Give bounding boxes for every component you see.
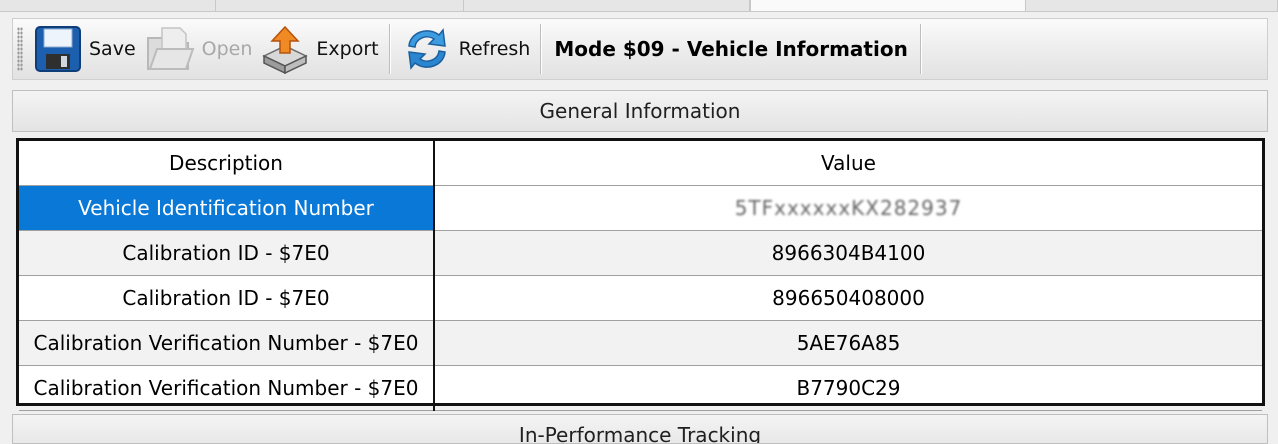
toolbar-grip[interactable] [17,27,23,71]
row-value[interactable]: 5TFxxxxxxKX282937 [434,185,1262,231]
tab-strip [0,0,1278,12]
toolbar: Save Open Export Refresh Mode $09 - Vehi… [12,18,1268,80]
row-value[interactable]: B7790C29 [434,365,1262,411]
table-row[interactable]: Calibration Verification Number - $7E0 B… [19,365,1262,411]
vehicle-info-table: Description Value Vehicle Identification… [19,141,1262,411]
next-panel-title: In-Performance Tracking [518,423,762,444]
row-value[interactable]: 8966304B4100 [434,230,1262,276]
open-label: Open [201,38,253,60]
row-description[interactable]: Calibration Verification Number - $7E0 [19,365,435,411]
row-description[interactable]: Calibration ID - $7E0 [19,230,435,276]
table-row[interactable]: Calibration ID - $7E0 8966304B4100 [19,230,1262,276]
table-row[interactable]: Calibration ID - $7E0 896650408000 [19,275,1262,321]
table-header-row: Description Value [19,141,1262,186]
toolbar-separator [540,24,543,74]
row-value[interactable]: 896650408000 [434,275,1262,321]
row-description[interactable]: Calibration ID - $7E0 [19,275,435,321]
export-box-icon [260,24,310,74]
row-description[interactable]: Calibration Verification Number - $7E0 [19,320,435,366]
toolbar-separator [919,24,922,74]
panel-title: General Information [539,99,741,123]
refresh-button[interactable]: Refresh [397,20,535,78]
table-row[interactable]: Vehicle Identification Number 5TFxxxxxxK… [19,185,1262,231]
mode-label: Mode $09 - Vehicle Information [554,37,908,61]
in-performance-tracking-header[interactable]: In-Performance Tracking [12,414,1268,444]
redacted-vin-value: 5TFxxxxxxKX282937 [734,196,963,220]
vehicle-info-grid[interactable]: Description Value Vehicle Identification… [16,138,1265,411]
row-description[interactable]: Vehicle Identification Number [19,185,435,231]
column-header-description[interactable]: Description [19,141,435,186]
export-label: Export [316,38,379,60]
open-folder-icon [144,24,196,74]
row-value[interactable]: 5AE76A85 [434,320,1262,366]
refresh-label: Refresh [458,38,531,60]
toolbar-separator [388,24,391,74]
column-header-value[interactable]: Value [434,141,1262,186]
save-button[interactable]: Save [29,20,140,78]
open-button[interactable]: Open [140,20,257,78]
tab-baseline [0,11,1278,12]
floppy-disk-icon [33,24,83,74]
table-row[interactable]: Calibration Verification Number - $7E0 5… [19,320,1262,366]
refresh-arrows-icon [401,24,453,74]
export-button[interactable]: Export [256,20,382,78]
save-label: Save [89,38,136,60]
general-information-header[interactable]: General Information [12,90,1268,132]
